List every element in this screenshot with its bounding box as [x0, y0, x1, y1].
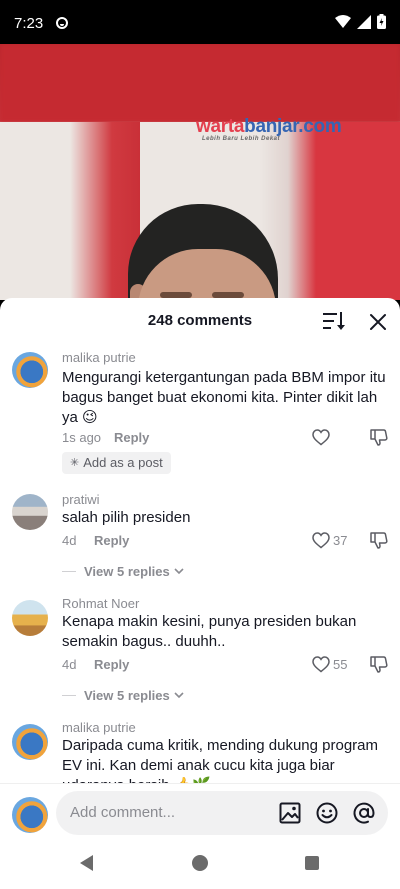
video-player[interactable]: wartabanjar.com Lebih Baru Lebih Dekat	[0, 44, 400, 300]
avatar[interactable]	[12, 494, 48, 530]
view-replies-button[interactable]: View 5 replies	[62, 688, 184, 703]
like-count: 37	[333, 533, 348, 548]
comment-username[interactable]: Rohmat Noer	[62, 596, 139, 611]
thumbs-down-icon[interactable]	[370, 655, 388, 673]
heart-outline-icon[interactable]	[312, 429, 330, 446]
emoji-icon[interactable]	[315, 801, 339, 825]
status-bar: 7:23	[0, 0, 400, 44]
chevron-down-icon	[174, 692, 184, 699]
comment-input[interactable]: Add comment...	[56, 791, 388, 835]
status-time: 7:23	[14, 15, 44, 32]
status-icons	[335, 14, 386, 29]
comment-username[interactable]: malika putrie	[62, 720, 136, 735]
view-replies-button[interactable]: View 5 replies	[62, 564, 184, 579]
at-icon[interactable]	[352, 801, 376, 825]
thumbs-down-icon[interactable]	[370, 531, 388, 549]
reply-button[interactable]: Reply	[94, 657, 129, 672]
comment-time: 4d	[62, 657, 77, 672]
home-icon[interactable]	[192, 855, 208, 871]
wifi-icon	[335, 14, 351, 28]
comment-text: Kenapa makin kesini, punya presiden buka…	[62, 613, 357, 650]
app-notification-icon	[56, 17, 68, 29]
comment-item: malika putrie Daripada cuma kritik, mend…	[0, 718, 400, 783]
thumbs-down-icon[interactable]	[370, 428, 388, 446]
sparkle-icon: ✳	[70, 457, 80, 469]
view-replies-label: View 5 replies	[84, 564, 170, 579]
avatar[interactable]	[12, 600, 48, 636]
comments-header: 248 comments	[0, 298, 400, 344]
sort-icon[interactable]	[322, 310, 346, 332]
comment-time: 4d	[62, 533, 77, 548]
video-watermark: wartabanjar.com Lebih Baru Lebih Dekat	[196, 116, 342, 142]
comment-text: Daripada cuma kritik, mending dukung pro…	[62, 737, 378, 783]
comment-text: salah pilih presiden	[62, 509, 191, 526]
image-icon[interactable]	[278, 801, 302, 825]
avatar[interactable]	[12, 352, 48, 388]
reply-button[interactable]: Reply	[114, 430, 149, 445]
comment-username[interactable]: pratiwi	[62, 492, 100, 507]
comment-text: Mengurangi ketergantungan pada BBM impor…	[62, 369, 386, 426]
comment-item: pratiwi salah pilih presiden 4d Reply 37…	[0, 490, 400, 590]
back-icon[interactable]	[80, 855, 93, 871]
close-icon[interactable]	[368, 312, 388, 332]
battery-icon	[377, 14, 386, 29]
like-count: 55	[333, 657, 348, 672]
heart-outline-icon[interactable]	[312, 532, 330, 549]
comments-sheet: 248 comments malika putrie Mengurangi ke…	[0, 298, 400, 889]
add-as-post-label: Add as a post	[83, 455, 163, 470]
add-as-post-chip[interactable]: ✳ Add as a post	[62, 452, 171, 474]
comment-placeholder: Add comment...	[70, 804, 176, 821]
system-nav-bar	[0, 845, 400, 889]
my-avatar	[12, 797, 48, 833]
comment-composer: Add comment...	[0, 783, 400, 845]
recents-icon[interactable]	[305, 856, 319, 870]
comment-time: 1s ago	[62, 430, 102, 445]
comment-item: malika putrie Mengurangi ketergantungan …	[0, 346, 400, 476]
view-replies-label: View 5 replies	[84, 688, 170, 703]
comment-item: Rohmat Noer Kenapa makin kesini, punya p…	[0, 594, 400, 714]
heart-outline-icon[interactable]	[312, 656, 330, 673]
comment-username[interactable]: malika putrie	[62, 350, 136, 365]
chevron-down-icon	[174, 568, 184, 575]
reply-button[interactable]: Reply	[94, 533, 129, 548]
avatar[interactable]	[12, 724, 48, 760]
signal-icon	[357, 14, 371, 29]
